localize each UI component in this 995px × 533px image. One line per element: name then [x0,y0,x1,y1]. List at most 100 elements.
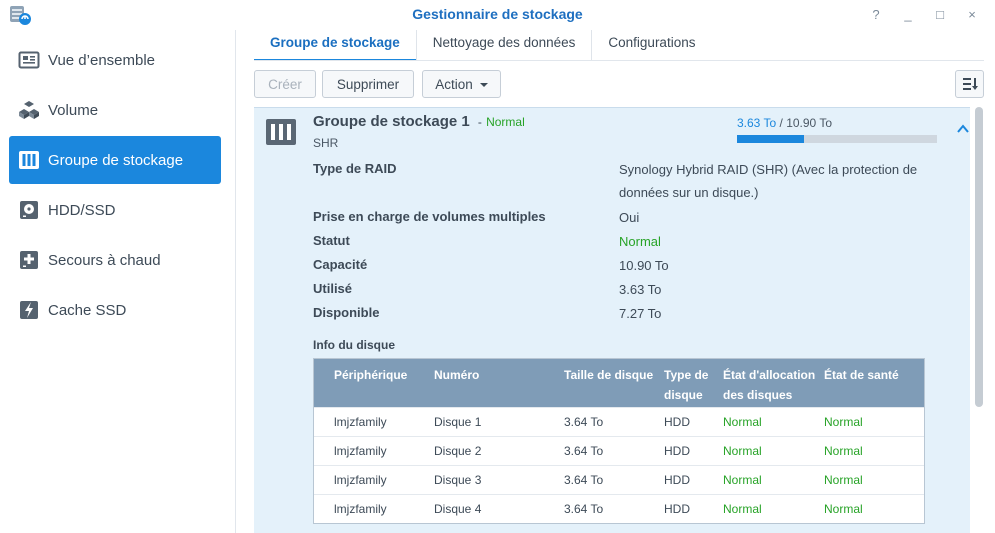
storage-pool-icon [266,119,296,145]
column-header-device[interactable]: Périphérique [334,365,429,385]
create-button[interactable]: Créer [254,70,316,98]
cell-allocation-status: Normal [723,473,762,487]
vertical-scrollbar[interactable] [975,107,983,407]
cell-device: lmjzfamily [334,444,387,458]
cell-device: lmjzfamily [334,473,387,487]
prop-value-multi-volume: Oui [619,210,640,225]
cell-disk-type: HDD [664,502,690,516]
sidebar-item-label: Vue d’ensemble [48,51,156,69]
tab-divider [254,60,984,61]
action-dropdown-button[interactable]: Action [422,70,501,98]
sort-icon [962,78,978,90]
cell-disk-size: 3.64 To [564,444,604,458]
tab-bar: Groupe de stockage Nettoyage des données… [254,30,711,61]
disk-icon [18,199,40,221]
prop-label-multi-volume: Prise en charge de volumes multiples [313,209,546,224]
sidebar-item-label: Cache SSD [48,301,127,319]
cell-disk-type: HDD [664,473,690,487]
sidebar-item-ssd-cache[interactable]: Cache SSD [9,286,221,334]
tab-data-scrubbing[interactable]: Nettoyage des données [417,30,593,61]
tab-storage-pool[interactable]: Groupe de stockage [254,30,417,61]
sidebar-item-label: Secours à chaud [48,251,161,269]
cell-allocation-status: Normal [723,444,762,458]
disk-info-table: Périphérique Numéro Taille de disque Typ… [313,358,925,524]
help-button[interactable]: ? [867,5,885,23]
pool-usage-bar [737,135,937,143]
sort-button[interactable] [955,70,984,98]
close-button[interactable]: × [963,5,981,23]
table-row[interactable]: lmjzfamily Disque 4 3.64 To HDD Normal N… [314,494,924,523]
overview-icon [18,49,40,71]
table-row[interactable]: lmjzfamily Disque 3 3.64 To HDD Normal N… [314,465,924,494]
sidebar-item-hdd-ssd[interactable]: HDD/SSD [9,186,221,234]
window-title: Gestionnaire de stockage [412,6,583,22]
prop-value-status: Normal [619,234,661,249]
cell-disk-size: 3.64 To [564,415,604,429]
pool-used: 3.63 To [737,116,777,130]
pool-usage-slash: / [779,116,783,130]
cell-health-status: Normal [824,473,863,487]
table-row[interactable]: lmjzfamily Disque 1 3.64 To HDD Normal N… [314,407,924,436]
column-header-number[interactable]: Numéro [434,365,544,385]
prop-value-raid-type: Synology Hybrid RAID (SHR) (Avec la prot… [619,162,918,200]
chevron-up-icon[interactable] [956,122,970,136]
prop-label-used: Utilisé [313,281,353,296]
column-header-health-status[interactable]: État de santé [824,365,919,385]
sidebar-item-storage-pool[interactable]: Groupe de stockage [9,136,221,184]
cell-disk-size: 3.64 To [564,502,604,516]
sidebar-item-overview[interactable]: Vue d’ensemble [9,36,221,84]
cell-health-status: Normal [824,502,863,516]
lightning-drive-icon [18,299,40,321]
cell-number: Disque 4 [434,502,482,516]
prop-label-available: Disponible [313,305,380,320]
sidebar-item-label: HDD/SSD [48,201,116,219]
storage-pool-panel[interactable]: Groupe de stockage 1 - Normal SHR 3.63 T… [254,107,970,533]
disk-table-header: Périphérique Numéro Taille de disque Typ… [314,359,924,407]
sidebar: Vue d’ensemble Volume Groupe de stockage… [0,30,236,533]
cell-number: Disque 3 [434,473,482,487]
prop-value-capacity: 10.90 To [619,258,669,273]
cell-device: lmjzfamily [334,415,387,429]
cell-health-status: Normal [824,415,863,429]
prop-label-raid-type: Type de RAID [313,161,397,176]
column-header-disk-type[interactable]: Type de disque [664,365,716,405]
column-header-allocation-status[interactable]: État d'allocation des disques [723,365,819,405]
cell-disk-type: HDD [664,415,690,429]
minimize-button[interactable]: _ [899,5,917,23]
prop-label-capacity: Capacité [313,257,368,272]
cell-allocation-status: Normal [723,415,762,429]
cell-number: Disque 1 [434,415,482,429]
pool-status: Normal [486,115,525,129]
action-label: Action [435,76,473,92]
caret-down-icon [479,83,488,87]
cell-disk-size: 3.64 To [564,473,604,487]
cubes-icon [18,99,40,121]
pool-usage-text: 3.63 To / 10.90 To [737,116,832,130]
sidebar-item-label: Volume [48,101,99,119]
sidebar-item-hot-spare[interactable]: Secours à chaud [9,236,221,284]
prop-value-used: 3.63 To [619,282,662,297]
pool-title-separator: - [477,115,482,129]
storage-pool-icon [18,149,40,171]
pool-total: 10.90 To [786,116,833,130]
delete-button[interactable]: Supprimer [322,70,414,98]
pool-usage-fill [737,135,804,143]
column-header-disk-size[interactable]: Taille de disque [564,365,660,385]
pool-title: Groupe de stockage 1 - Normal [313,113,525,130]
cell-number: Disque 2 [434,444,482,458]
sidebar-item-volume[interactable]: Volume [9,86,221,134]
tab-configurations[interactable]: Configurations [592,30,711,61]
table-row[interactable]: lmjzfamily Disque 2 3.64 To HDD Normal N… [314,436,924,465]
prop-label-status: Statut [313,233,350,248]
hot-spare-plus-icon [18,249,40,271]
pool-name: Groupe de stockage 1 [313,113,470,130]
pool-type: SHR [313,136,339,150]
title-bar: Gestionnaire de stockage ? _ □ × [0,0,995,30]
cell-disk-type: HDD [664,444,690,458]
sidebar-item-label: Groupe de stockage [48,151,184,169]
maximize-button[interactable]: □ [931,5,949,23]
disk-info-title: Info du disque [313,338,395,352]
cell-health-status: Normal [824,444,863,458]
prop-value-available: 7.27 To [619,306,662,321]
cell-device: lmjzfamily [334,502,387,516]
